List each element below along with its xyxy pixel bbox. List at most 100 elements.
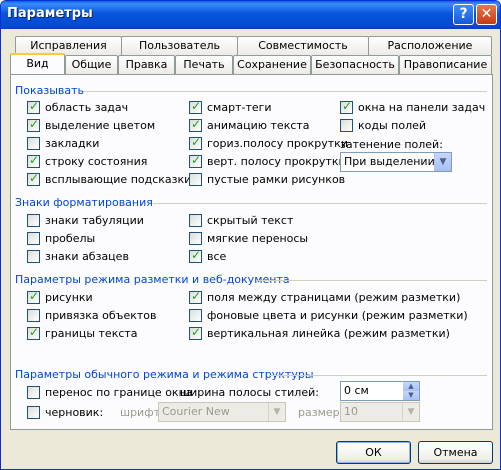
checkbox-box[interactable]: ✓ <box>189 289 202 304</box>
tab-security[interactable]: Безопасность <box>311 55 399 74</box>
checkmark-icon: ✓ <box>191 99 202 113</box>
checkbox-label: пробелы <box>45 232 96 245</box>
checkmark-icon: ✓ <box>29 117 40 131</box>
checkbox-box[interactable] <box>27 232 40 245</box>
checkbox-box[interactable] <box>189 173 202 186</box>
group-format-marks-divider <box>153 203 487 204</box>
checkbox-label: знаки табуляции <box>45 214 144 227</box>
checkbox-box[interactable]: ✓ <box>189 248 202 263</box>
spin-down-icon[interactable]: ▼ <box>403 391 419 400</box>
style-width-spinner[interactable]: 0 см ▲ ▼ <box>340 381 420 401</box>
checkbox-box[interactable]: ✓ <box>27 100 40 114</box>
checkbox-label: строку состояния <box>45 155 148 168</box>
close-button[interactable]: ✕ <box>476 4 497 25</box>
checkbox-box[interactable] <box>189 214 202 227</box>
tab-general[interactable]: Общие <box>65 55 118 74</box>
checkbox-box[interactable]: ✓ <box>340 100 353 114</box>
tab-save[interactable]: Сохранение <box>233 55 311 74</box>
ok-button[interactable]: ОК <box>336 441 411 464</box>
checkbox-box[interactable] <box>27 406 40 419</box>
field-shading-select[interactable]: При выделении ▼ <box>340 152 452 172</box>
checkbox-box[interactable] <box>27 386 40 399</box>
select-value: Courier New <box>162 405 230 418</box>
tab-compatibility[interactable]: Совместимость <box>237 36 369 55</box>
checkbox-label: пустые рамки рисунков <box>207 173 346 186</box>
select-value: При выделении <box>344 155 435 168</box>
checkbox-label: закладки <box>45 137 100 150</box>
checkbox-box[interactable]: ✓ <box>27 325 40 340</box>
checkbox-box[interactable] <box>340 119 353 132</box>
checkmark-icon: ✓ <box>29 171 40 185</box>
size-select[interactable]: 10 ▼ <box>340 402 420 422</box>
group-show-divider <box>83 91 487 92</box>
checkbox-box[interactable] <box>27 309 40 322</box>
checkmark-icon: ✓ <box>29 153 40 167</box>
group-layout-title: Параметры режима разметки и веб-документ… <box>15 273 290 286</box>
cancel-button[interactable]: Отмена <box>418 441 493 464</box>
group-layout-divider <box>257 280 487 281</box>
select-value: 10 <box>344 405 358 418</box>
spin-up-icon[interactable]: ▲ <box>403 382 419 391</box>
checkbox-label: все <box>207 250 227 263</box>
font-select[interactable]: Courier New ▼ <box>158 402 286 422</box>
checkbox-box[interactable] <box>189 309 202 322</box>
checkbox-label: гориз.полосу прокрутки <box>207 137 348 150</box>
size-label: размер: <box>298 406 344 419</box>
tab-location[interactable]: Расположение <box>368 36 492 55</box>
checkbox-label: черновик: <box>45 406 104 419</box>
checkbox-label: фоновые цвета и рисунки (режим разметки) <box>207 309 468 322</box>
title-bar[interactable]: Параметры ? ✕ <box>1 1 500 29</box>
checkbox-label: поля между страницами (режим разметки) <box>207 291 461 304</box>
help-button[interactable]: ? <box>453 4 474 25</box>
tab-user[interactable]: Пользователь <box>121 36 238 55</box>
checkbox-box[interactable]: ✓ <box>27 289 40 304</box>
tab-view[interactable]: Вид <box>10 53 65 74</box>
checkmark-icon: ✓ <box>191 325 202 339</box>
tab-spelling[interactable]: Правописание <box>399 55 492 74</box>
checkbox-box[interactable] <box>189 232 202 245</box>
checkbox-box[interactable] <box>27 137 40 150</box>
checkmark-icon: ✓ <box>191 289 202 303</box>
checkbox-label: окна на панели задач <box>358 101 486 114</box>
checkmark-icon: ✓ <box>29 289 40 303</box>
checkbox-box[interactable] <box>27 214 40 227</box>
checkbox-label: область задач <box>45 101 129 114</box>
chevron-down-icon[interactable]: ▼ <box>434 153 451 171</box>
checkbox-box[interactable] <box>27 250 40 263</box>
checkmark-icon: ✓ <box>191 117 202 131</box>
checkbox-box[interactable]: ✓ <box>189 99 202 114</box>
checkbox-label: выделение цветом <box>45 119 156 132</box>
checkbox-label: скрытый текст <box>207 214 294 227</box>
checkbox-label: привязка объектов <box>45 309 157 322</box>
field-shading-label: затенение полей: <box>340 138 443 151</box>
checkbox-box[interactable]: ✓ <box>189 117 202 132</box>
group-normal-divider <box>269 375 487 376</box>
checkbox-label: перенос по границе окна <box>45 386 193 399</box>
checkbox-label: анимацию текста <box>207 119 310 132</box>
window-title: Параметры <box>7 6 93 21</box>
chevron-down-icon[interactable]: ▼ <box>402 403 419 421</box>
checkbox-label: вертикальная линейка (режим разметки) <box>207 327 450 340</box>
group-format-marks-title: Знаки форматирования <box>15 196 153 209</box>
view-tab-panel: Показывать ✓ область задач ✓ выделение цве… <box>10 74 493 430</box>
tab-edit[interactable]: Правка <box>118 55 175 74</box>
checkbox-label: всплывающие подсказки <box>45 173 192 186</box>
checkbox-label: знаки абзацев <box>45 250 129 263</box>
checkbox-box[interactable]: ✓ <box>27 117 40 132</box>
checkmark-icon: ✓ <box>191 153 202 167</box>
checkbox-box[interactable]: ✓ <box>27 153 40 168</box>
checkmark-icon: ✓ <box>191 248 202 262</box>
group-show-title: Показывать <box>15 84 85 97</box>
checkbox-box[interactable]: ✓ <box>189 136 202 150</box>
chevron-down-icon[interactable]: ▼ <box>268 403 285 421</box>
style-width-label: ширина полосы стилей: <box>180 386 319 399</box>
checkbox-box[interactable]: ✓ <box>27 171 40 186</box>
tab-print[interactable]: Печать <box>175 55 233 74</box>
checkbox-box[interactable]: ✓ <box>189 153 202 168</box>
checkbox-label: коды полей <box>358 119 427 132</box>
checkmark-icon: ✓ <box>29 325 40 339</box>
checkbox-label: мягкие переносы <box>207 232 309 245</box>
options-dialog: Параметры ? ✕ Исправления Пользователь С… <box>0 0 501 470</box>
checkbox-label: смарт-теги <box>207 101 272 114</box>
checkbox-box[interactable]: ✓ <box>189 325 202 340</box>
